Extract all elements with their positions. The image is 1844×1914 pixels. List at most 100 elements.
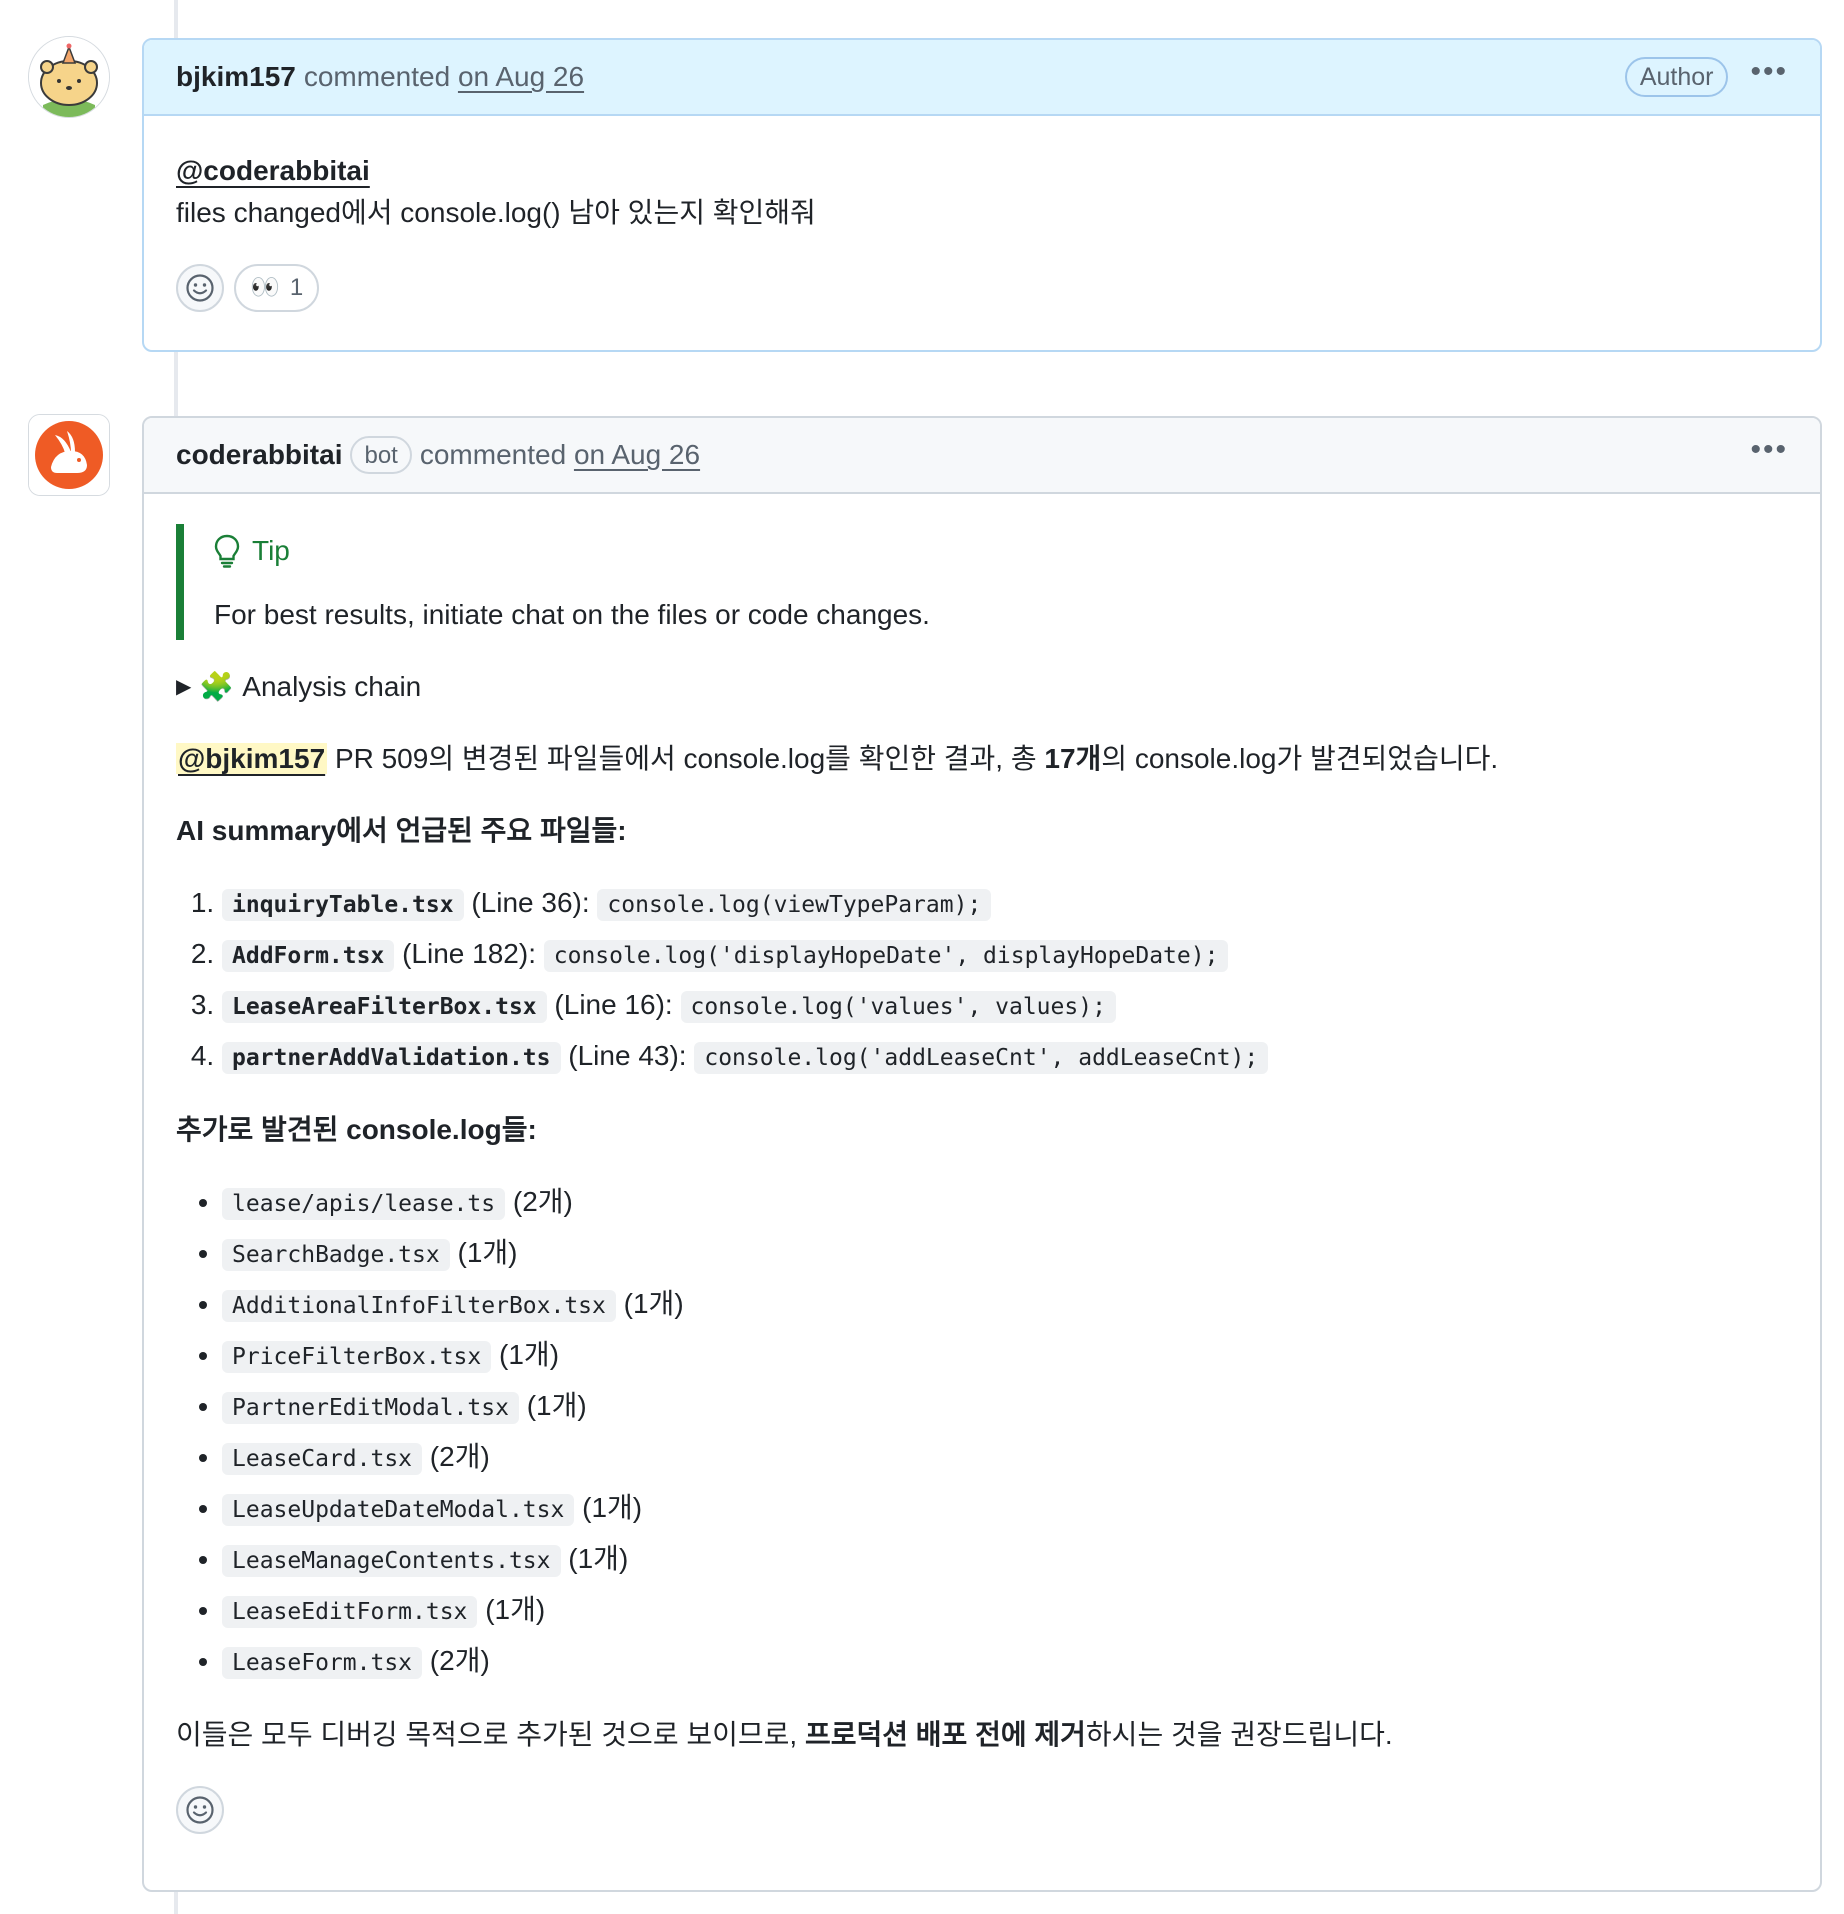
comment-body: Tip For best results, initiate chat on t…	[144, 494, 1820, 1866]
list-item: LeaseManageContents.tsx (1개)	[222, 1538, 1788, 1582]
comment-header: coderabbitai bot commented on Aug 26 •••	[144, 418, 1820, 494]
comment-text: files changed에서 console.log() 남아 있는지 확인해…	[176, 197, 816, 228]
count: (1개)	[485, 1594, 546, 1625]
comment-date-link[interactable]: on Aug 26	[574, 439, 700, 470]
code-snippet: console.log(viewTypeParam);	[597, 889, 992, 921]
reaction-count: 1	[289, 274, 304, 301]
file-name: inquiryTable.tsx	[222, 889, 464, 921]
comment-meta: commented on Aug 26	[304, 61, 584, 93]
count: (1개)	[568, 1543, 629, 1574]
file-name: LeaseEditForm.tsx	[222, 1596, 478, 1628]
list-item: LeaseCard.tsx (2개)	[222, 1436, 1788, 1480]
conclusion-paragraph: 이들은 모두 디버깅 목적으로 추가된 것으로 보이므로, 프로덕션 배포 전에…	[176, 1714, 1788, 1756]
eyes-reaction-button[interactable]: 👀 1	[234, 264, 320, 312]
list-item: AddForm.tsx (Line 182): console.log('dis…	[222, 933, 1788, 977]
file-name: SearchBadge.tsx	[222, 1239, 450, 1271]
list-item: inquiryTable.tsx (Line 36): console.log(…	[222, 882, 1788, 926]
conclusion-bold: 프로덕션 배포 전에 제거	[804, 1719, 1086, 1750]
analysis-chain-label: Analysis chain	[242, 671, 422, 702]
reactions-row	[176, 1786, 1788, 1834]
file-name: PriceFilterBox.tsx	[222, 1341, 492, 1373]
count: (1개)	[582, 1492, 643, 1523]
file-name: LeaseForm.tsx	[222, 1647, 423, 1679]
file-name: lease/apis/lease.ts	[222, 1188, 506, 1220]
add-reaction-button[interactable]	[176, 264, 224, 312]
count: (2개)	[512, 1186, 573, 1217]
list-item: PriceFilterBox.tsx (1개)	[222, 1334, 1788, 1378]
code-snippet: console.log('values', values);	[680, 991, 1116, 1023]
intro-text-post: 의 console.log가 발견되었습니다.	[1101, 743, 1499, 774]
comment-meta: commented on Aug 26	[420, 439, 700, 471]
extra-files-list: lease/apis/lease.ts (2개) SearchBadge.tsx…	[176, 1181, 1788, 1684]
code-snippet: console.log('addLeaseCnt', addLeaseCnt);	[694, 1042, 1269, 1074]
mention-link[interactable]: @bjkim157	[176, 743, 328, 774]
list-item: LeaseForm.tsx (2개)	[222, 1640, 1788, 1684]
conclusion-pre: 이들은 모두 디버깅 목적으로 추가된 것으로 보이므로,	[176, 1719, 805, 1750]
file-name: LeaseUpdateDateModal.tsx	[222, 1494, 575, 1526]
eyes-icon: 👀	[250, 274, 280, 301]
file-name: LeaseAreaFilterBox.tsx	[222, 991, 547, 1023]
intro-text-pre: PR 509의 변경된 파일들에서 console.log를 확인한 결과, 총	[334, 743, 1045, 774]
main-files-heading: AI summary에서 언급된 주요 파일들:	[176, 815, 627, 846]
coderabbit-avatar[interactable]	[28, 414, 110, 496]
analysis-chain-toggle[interactable]: ▶ 🧩 Analysis chain	[176, 666, 1788, 708]
list-item: SearchBadge.tsx (1개)	[222, 1232, 1788, 1276]
file-name: PartnerEditModal.tsx	[222, 1392, 519, 1424]
user-avatar[interactable]	[28, 36, 110, 118]
file-name: LeaseManageContents.tsx	[222, 1545, 561, 1577]
lightbulb-icon	[214, 534, 240, 568]
add-reaction-button[interactable]	[176, 1786, 224, 1834]
intro-count: 17개	[1044, 743, 1102, 774]
line-ref: (Line 182):	[402, 938, 536, 969]
puzzle-icon: 🧩	[199, 671, 235, 702]
tip-text: For best results, initiate chat on the f…	[214, 599, 930, 630]
more-options-icon[interactable]: •••	[1750, 435, 1788, 475]
comment-author-name[interactable]: coderabbitai	[176, 439, 342, 471]
count: (1개)	[623, 1288, 684, 1319]
more-options-icon[interactable]: •••	[1750, 57, 1788, 97]
comment-body: @coderabbitai files changed에서 console.lo…	[144, 116, 1820, 344]
line-ref: (Line 43):	[568, 1040, 687, 1071]
list-item: LeaseUpdateDateModal.tsx (1개)	[222, 1487, 1788, 1531]
list-item: LeaseAreaFilterBox.tsx (Line 16): consol…	[222, 984, 1788, 1028]
list-item: partnerAddValidation.ts (Line 43): conso…	[222, 1035, 1788, 1079]
rabbit-logo-icon	[29, 415, 109, 495]
count: (2개)	[429, 1645, 490, 1676]
tip-callout: Tip For best results, initiate chat on t…	[176, 524, 1788, 640]
line-ref: (Line 36):	[471, 887, 590, 918]
count: (1개)	[457, 1237, 518, 1268]
main-files-list: inquiryTable.tsx (Line 36): console.log(…	[176, 882, 1788, 1079]
count: (1개)	[499, 1339, 560, 1370]
comment-date-link[interactable]: on Aug 26	[458, 61, 584, 92]
reactions-row: 👀 1	[176, 264, 1788, 312]
smiley-icon	[186, 1796, 214, 1824]
author-badge: Author	[1624, 57, 1729, 97]
smiley-icon	[186, 274, 214, 302]
file-name: AddForm.tsx	[222, 940, 395, 972]
file-name: partnerAddValidation.ts	[222, 1042, 561, 1074]
extra-files-heading: 추가로 발견된 console.log들:	[176, 1114, 537, 1145]
file-name: AdditionalInfoFilterBox.tsx	[222, 1290, 616, 1322]
count: (2개)	[429, 1441, 490, 1472]
commented-label: commented	[419, 439, 567, 470]
conclusion-post: 하시는 것을 권장드립니다.	[1085, 1719, 1393, 1750]
list-item: LeaseEditForm.tsx (1개)	[222, 1589, 1788, 1633]
file-name: LeaseCard.tsx	[222, 1443, 423, 1475]
count: (1개)	[526, 1390, 587, 1421]
tip-title: Tip	[214, 530, 1788, 572]
tip-label: Tip	[252, 535, 290, 566]
code-snippet: console.log('displayHopeDate', displayHo…	[543, 940, 1229, 972]
list-item: PartnerEditModal.tsx (1개)	[222, 1385, 1788, 1429]
comment-coderabbitai: coderabbitai bot commented on Aug 26 •••…	[142, 416, 1822, 1892]
mention-link[interactable]: @coderabbitai	[176, 155, 370, 186]
disclosure-triangle-icon: ▶	[176, 676, 192, 698]
line-ref: (Line 16):	[554, 989, 673, 1020]
commented-label: commented	[303, 61, 451, 92]
bot-badge: bot	[350, 436, 412, 474]
list-item: lease/apis/lease.ts (2개)	[222, 1181, 1788, 1225]
comment-header: bjkim157 commented on Aug 26 Author •••	[144, 40, 1820, 116]
bear-avatar-icon	[29, 37, 109, 117]
list-item: AdditionalInfoFilterBox.tsx (1개)	[222, 1283, 1788, 1327]
intro-paragraph: @bjkim157 PR 509의 변경된 파일들에서 console.log를…	[176, 738, 1788, 780]
comment-author-name[interactable]: bjkim157	[176, 61, 296, 93]
